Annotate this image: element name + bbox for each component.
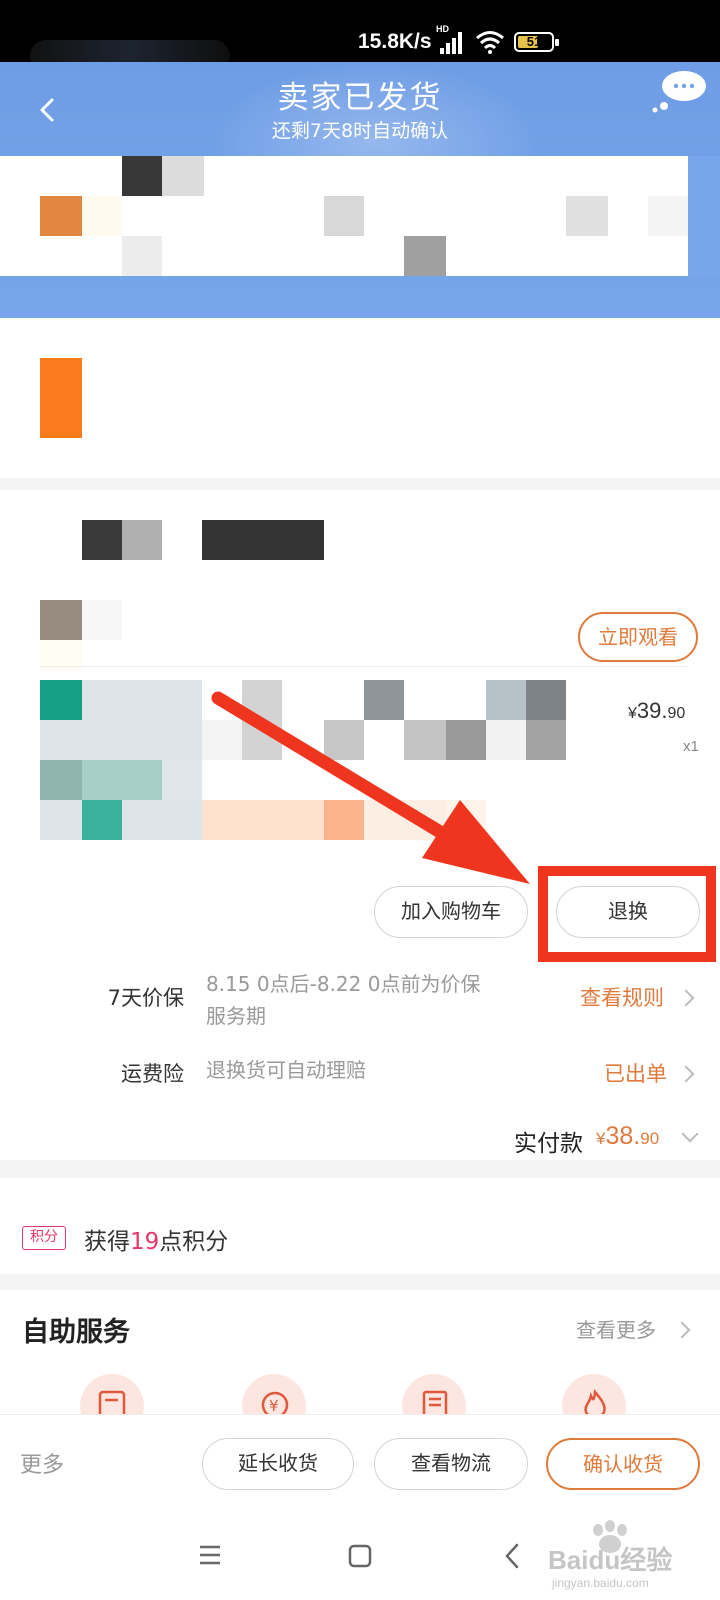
battery-icon: 51 [514,32,559,52]
more-button[interactable]: 更多 [20,1447,64,1479]
page-subtitle: 还剩7天8时自动确认 [271,120,449,142]
see-more-link[interactable]: 查看更多 [576,1314,656,1343]
wifi-icon [476,31,504,54]
home-icon[interactable] [348,1544,372,1568]
add-to-cart-button[interactable]: 加入购物车 [374,886,528,938]
self-service-title: 自助服务 [22,1317,130,1348]
divider [40,666,688,667]
annotation-arrow-icon [211,691,530,884]
watermark-url: jingyan.baidu.com [552,1576,649,1590]
page-title: 卖家已发货 [277,80,443,116]
points-text: 获得19点积分 [84,1229,229,1255]
baidu-watermark: Baidu经验 jingyan.baidu.com [548,1520,718,1590]
confirm-receipt-button[interactable]: 确认收货 [546,1438,700,1490]
battery-level: 51 [526,34,542,49]
payment-label: 实付款 [514,1131,583,1157]
annotation-highlight-box [538,866,716,962]
shipping-insurance-desc: 退换货可自动理赔 [206,1058,366,1082]
points-tag: 积分 [22,1226,66,1250]
chat-icon[interactable] [652,68,710,114]
price-protect-desc: 8.15 0点后-8.22 0点前为价保服务期 [206,972,481,1028]
svg-text:¥: ¥ [269,1397,279,1415]
back-nav-icon[interactable] [502,1542,522,1570]
logistics-card-pixelated [0,318,720,478]
product-price: ¥39.90 [628,698,686,723]
watermark-brand: Baidu经验 [548,1545,673,1575]
signal-icon: HD [436,24,466,54]
header-edge [688,156,720,276]
menu-icon[interactable] [198,1544,222,1566]
hd-label: HD [436,24,449,34]
payment-amount: ¥38.90 [596,1122,660,1150]
watch-now-button[interactable]: 立即观看 [578,612,698,662]
shipping-insurance-label: 运费险 [121,1062,184,1086]
network-speed: 15.8K/s [358,30,432,53]
product-quantity: x1 [683,738,699,755]
view-logistics-button[interactable]: 查看物流 [374,1438,528,1490]
price-protect-label: 7天价保 [107,986,184,1010]
view-rules-link[interactable]: 查看规则 [580,982,664,1012]
extend-receipt-button[interactable]: 延长收货 [202,1438,354,1490]
address-card-pixelated [0,156,720,276]
insurance-status-link[interactable]: 已出单 [604,1058,667,1088]
